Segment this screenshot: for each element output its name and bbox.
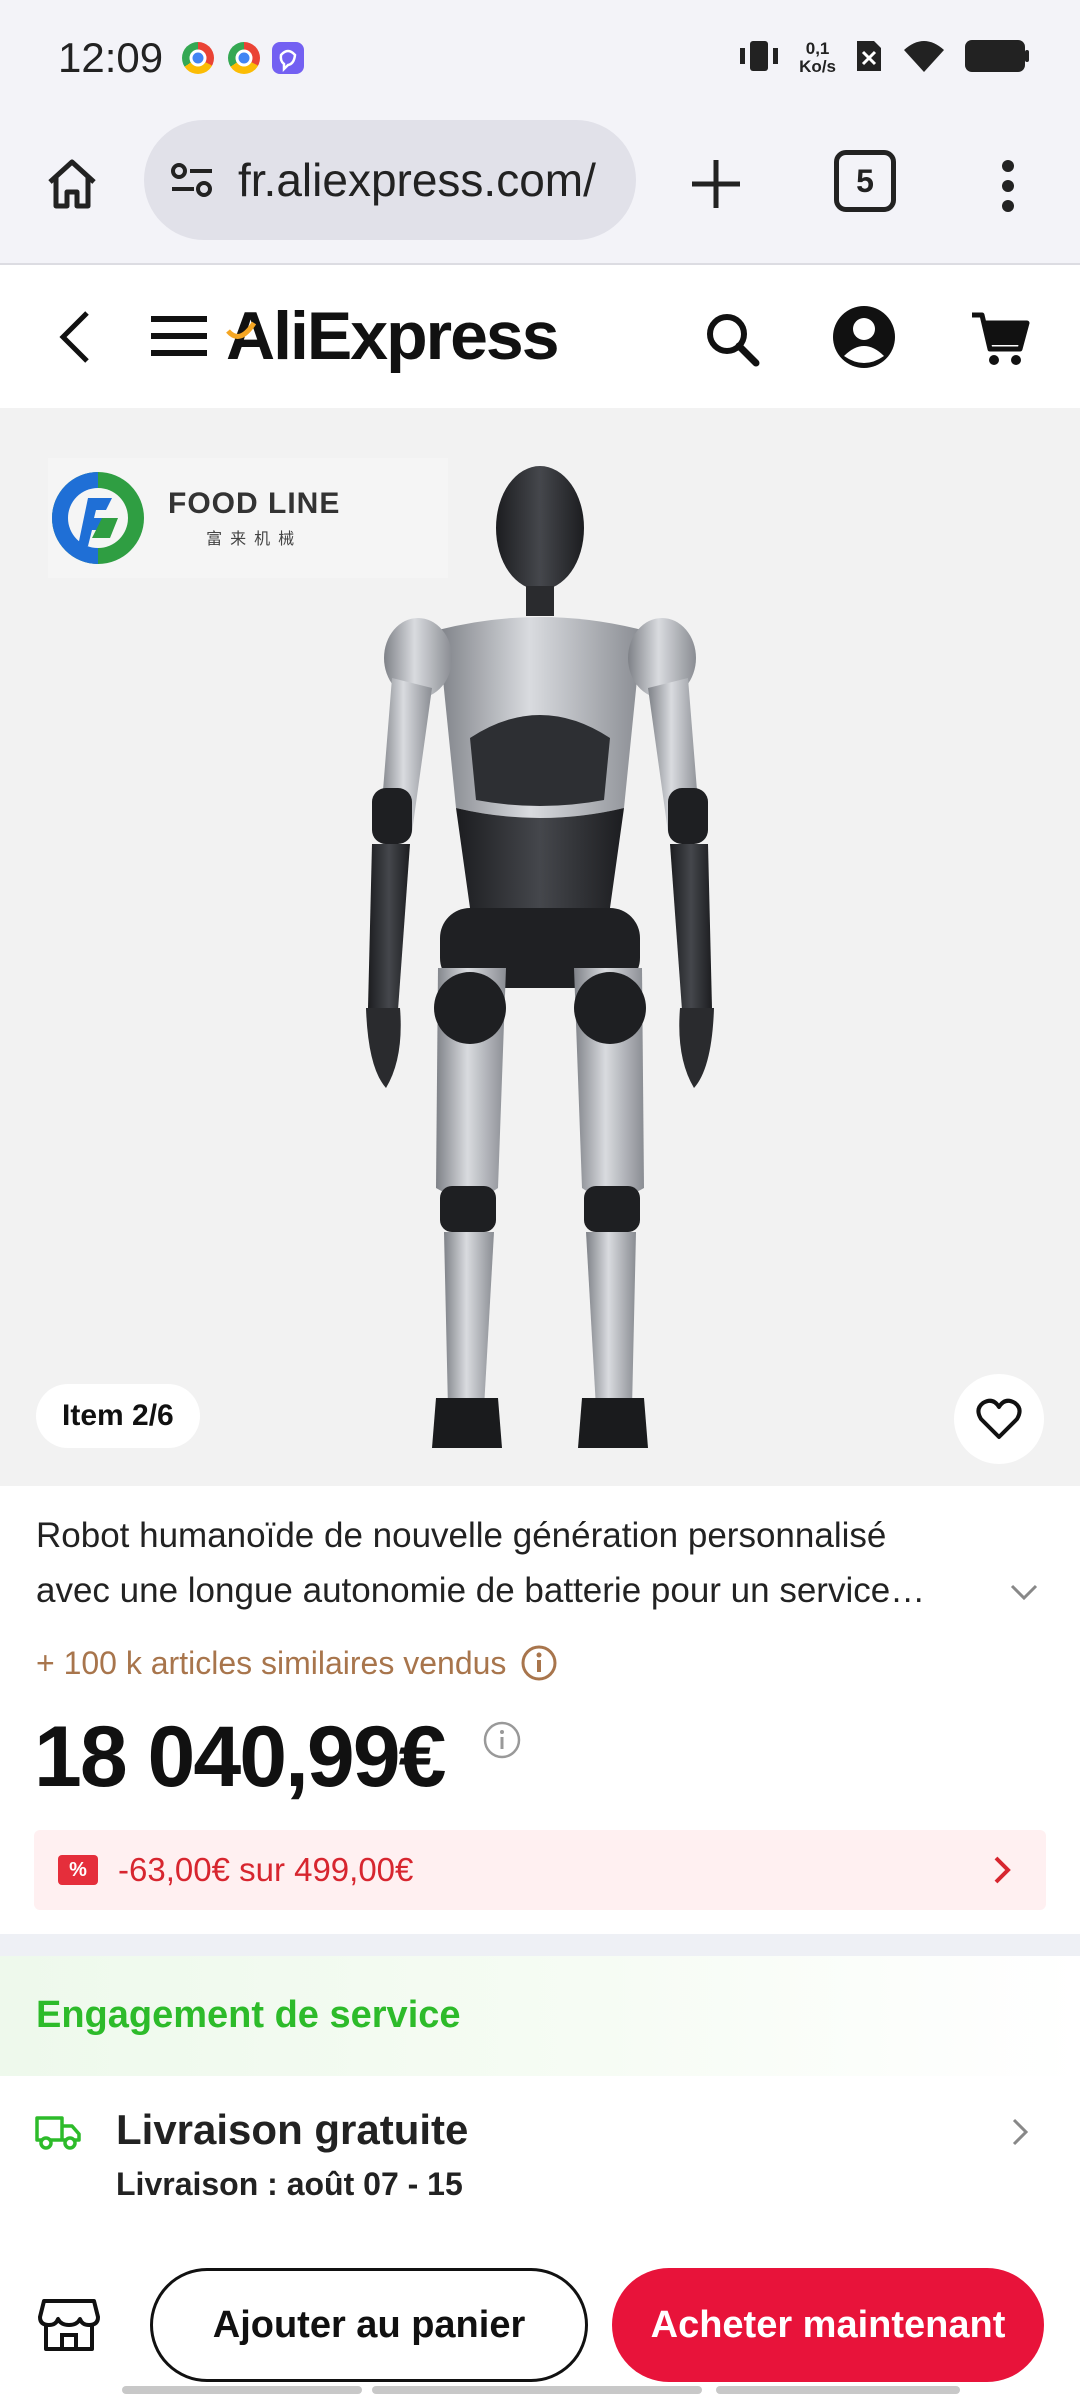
search-button[interactable] [696, 303, 768, 375]
address-bar[interactable]: fr.aliexpress.com/ [144, 120, 636, 240]
nav-gesture-bar [122, 2386, 362, 2394]
vibrate-icon [737, 38, 781, 79]
section-divider [0, 1934, 1080, 1956]
bottom-action-bar: Ajouter au panier Acheter maintenant [0, 2240, 1080, 2400]
no-sim-icon [854, 38, 884, 79]
new-tab-button[interactable] [676, 144, 756, 224]
chrome-icon [228, 42, 260, 74]
net-speed-value: 0,1 [805, 39, 830, 58]
product-title-line: Robot humanoïde de nouvelle génération p… [36, 1516, 887, 1555]
chevron-down-icon[interactable] [1006, 1580, 1042, 1604]
status-time: 12:09 [58, 34, 164, 81]
product-title[interactable]: Robot humanoïde de nouvelle génération p… [36, 1508, 1036, 1618]
product-image-carousel[interactable]: FOOD LINE 富来机械 Item 2/6 [0, 408, 1080, 1486]
buy-now-button[interactable]: Acheter maintenant [612, 2268, 1044, 2382]
sold-count-text: + 100 k articles similaires vendus [36, 1644, 507, 1681]
chrome-icon [182, 42, 214, 74]
wishlist-button[interactable] [954, 1374, 1044, 1464]
wifi-icon [902, 38, 946, 79]
info-icon[interactable] [520, 1644, 558, 1682]
cart-button[interactable] [960, 301, 1040, 377]
aliexpress-logo[interactable]: AliExpress [226, 297, 560, 375]
plus-icon [692, 160, 740, 208]
logo-smile-icon [226, 321, 256, 339]
more-vertical-icon [1002, 160, 1014, 212]
browser-menu-button[interactable] [980, 146, 1036, 226]
coupon-icon: % [58, 1855, 98, 1885]
cart-icon [972, 312, 1030, 365]
account-button[interactable] [826, 299, 902, 375]
site-settings-icon [171, 163, 212, 197]
nav-gesture-bar [372, 2386, 702, 2394]
home-button[interactable] [36, 148, 108, 220]
status-indicators: 0,1 Ko/s [737, 34, 1030, 82]
site-header: AliExpress [0, 267, 1080, 407]
store-button[interactable] [36, 2292, 102, 2358]
account-icon [833, 306, 895, 368]
menu-button[interactable] [146, 303, 212, 369]
add-to-cart-button[interactable]: Ajouter au panier [150, 2268, 588, 2382]
product-title-line: avec une longue autonomie de batterie po… [36, 1571, 926, 1610]
search-icon [707, 314, 760, 367]
product-price: 18 040,99€ [34, 1709, 446, 1805]
network-speed: 0,1 Ko/s [799, 40, 836, 76]
price-info-icon[interactable] [482, 1720, 522, 1760]
sold-count: + 100 k articles similaires vendus [36, 1644, 558, 1682]
heart-icon [976, 1398, 1022, 1439]
delivery-title[interactable]: Livraison gratuite [116, 2106, 468, 2154]
store-icon [38, 2299, 100, 2351]
tab-switcher-button[interactable]: 5 [834, 150, 896, 212]
home-icon [48, 159, 96, 209]
coupon-text: -63,00€ sur 499,00€ [118, 1851, 414, 1888]
battery-icon [964, 38, 1030, 79]
image-counter: Item 2/6 [36, 1384, 200, 1448]
net-speed-unit: Ko/s [799, 57, 836, 76]
coupon-banner[interactable]: % -63,00€ sur 499,00€ [34, 1830, 1046, 1910]
logo-text: AliExpress [226, 298, 560, 374]
status-bar: 12:09 0,1 Ko/s [0, 0, 1080, 110]
hamburger-icon [151, 316, 207, 356]
delivery-date: Livraison : août 07 - 15 [116, 2166, 463, 2202]
chevron-right-icon [994, 1856, 1011, 1884]
nav-gesture-bar [716, 2386, 960, 2394]
delivery-truck-icon [35, 2116, 81, 2150]
robot-photo [366, 466, 714, 1448]
chevron-right-icon[interactable] [1010, 2116, 1030, 2148]
viber-icon [272, 42, 304, 74]
back-button[interactable] [40, 297, 110, 377]
url-text: fr.aliexpress.com/ [238, 154, 596, 206]
browser-toolbar: fr.aliexpress.com/ 5 [0, 110, 1080, 265]
service-title: Engagement de service [36, 1994, 461, 2036]
chevron-left-icon [59, 311, 89, 363]
